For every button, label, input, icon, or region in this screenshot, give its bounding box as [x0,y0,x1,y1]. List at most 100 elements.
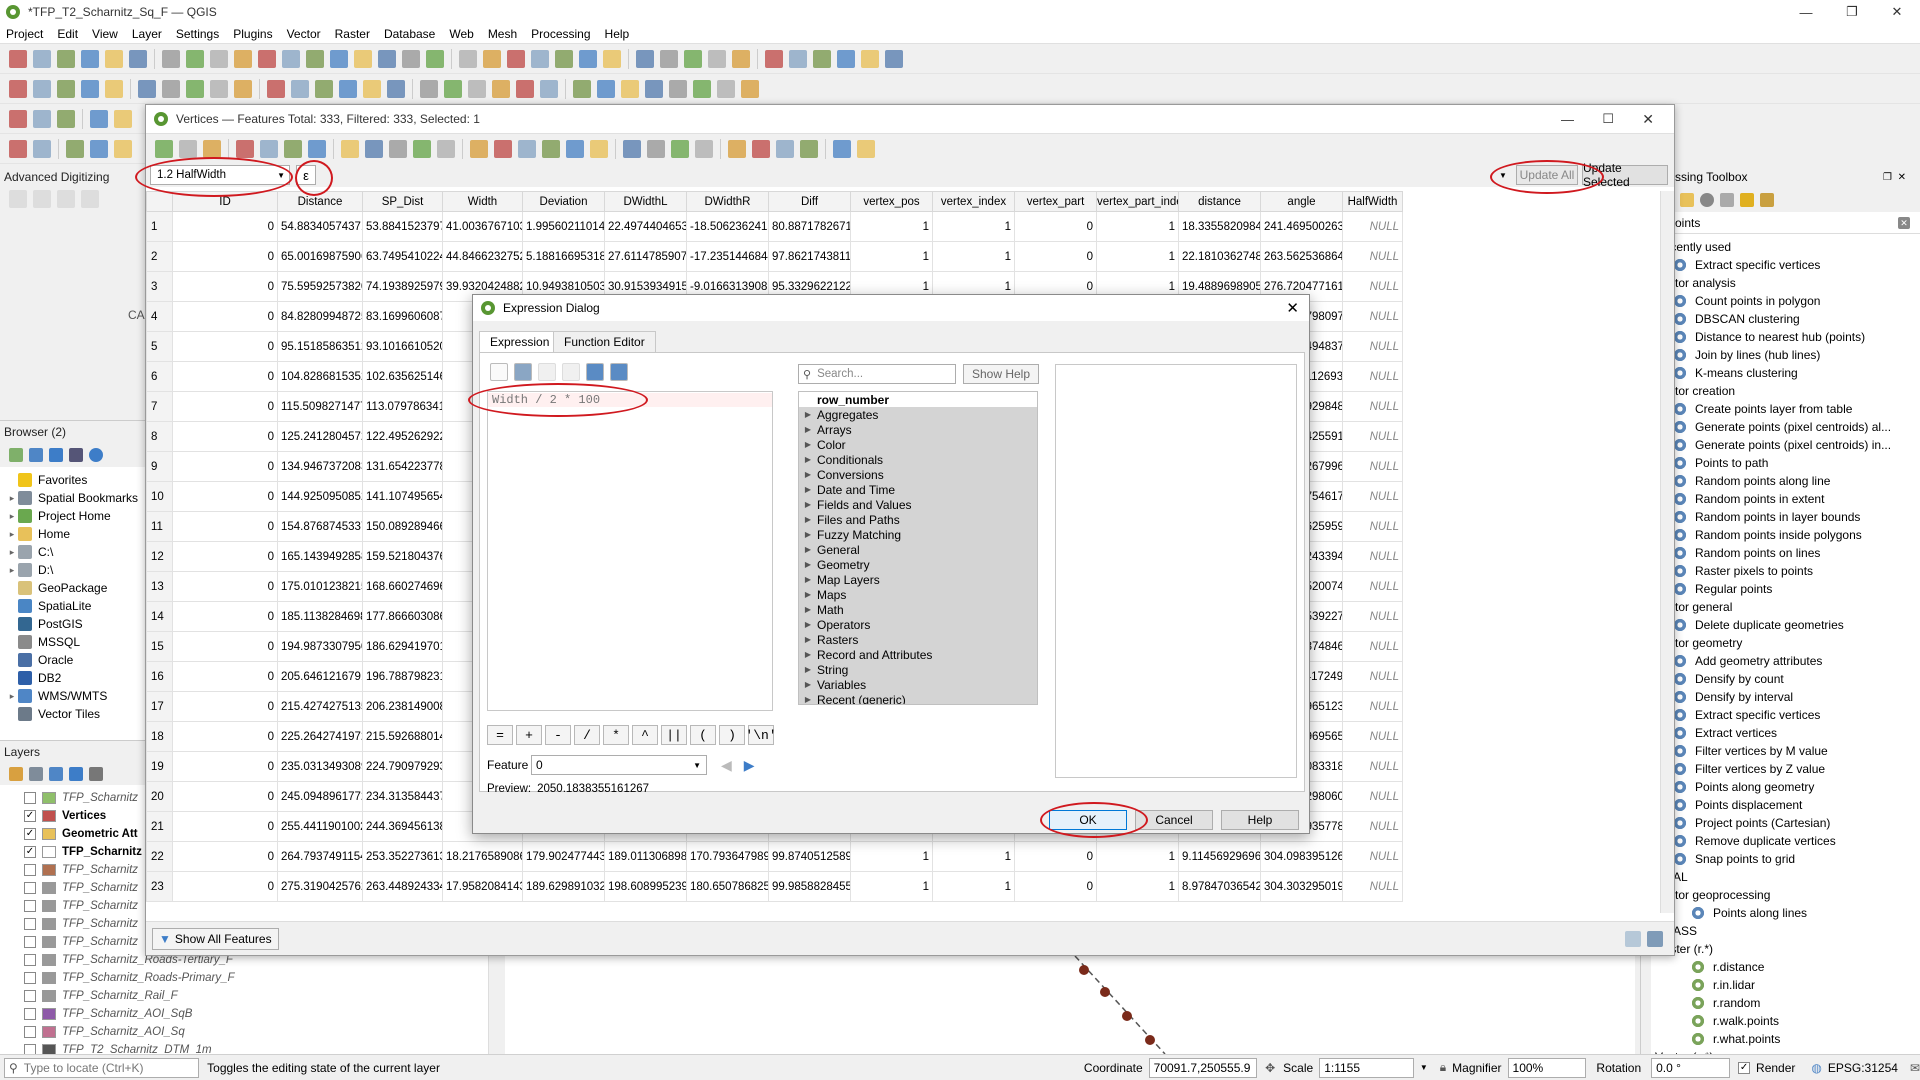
toolbar-tool-icon[interactable] [516,80,534,98]
toolbar-tool-icon[interactable] [542,139,560,158]
toolbar-tool-icon[interactable] [693,80,711,98]
toolbar-tool-icon[interactable] [531,50,549,68]
digitize-tool-icon[interactable] [81,190,99,208]
table-cell[interactable]: 0 [172,271,278,302]
table-cell[interactable]: NULL [1342,451,1403,482]
toolbar-tool-icon[interactable] [66,140,84,158]
table-cell[interactable]: 180.6507868256... [686,871,769,902]
browser-item[interactable]: Oracle [6,651,145,669]
table-cell[interactable]: 97.86217438110... [768,241,851,272]
toolbar-tool-icon[interactable] [179,139,197,158]
toolbox-group[interactable]: Raster (r.*) [1645,940,1920,958]
toolbox-algorithm[interactable]: Extract specific vertices [1645,256,1920,274]
table-cell[interactable]: NULL [1342,871,1403,902]
expand-arrow-icon[interactable]: ▸ [6,565,18,576]
table-cell[interactable]: -18.50623624150... [686,211,769,242]
browser-item[interactable]: ▸ C:\ [6,543,145,561]
toolbox-algorithm[interactable]: K-means clustering [1645,364,1920,382]
toolbox-algorithm[interactable]: Regular points [1645,580,1920,598]
table-cell[interactable]: 215.4274275135... [277,691,363,722]
table-cell[interactable]: NULL [1342,601,1403,632]
table-cell[interactable]: 144.9250950852... [277,481,363,512]
toolbar-tool-icon[interactable] [603,50,621,68]
column-header[interactable]: Width [442,191,523,212]
toolbox-algorithm[interactable]: Extract specific vertices [1645,706,1920,724]
table-cell[interactable]: 186.6294197018... [362,631,443,662]
layer-visibility-checkbox[interactable] [24,954,36,966]
expand-arrow-icon[interactable]: ▶ [799,500,817,509]
table-cell[interactable]: 0 [1014,871,1097,902]
browser-item[interactable]: SpatiaLite [6,597,145,615]
toolbar-tool-icon[interactable] [468,80,486,98]
toolbar-tool-icon[interactable] [389,139,407,158]
row-number[interactable]: 10 [146,481,173,512]
table-cell[interactable]: 122.4952629220... [362,421,443,452]
toolbar-tool-icon[interactable] [573,80,591,98]
toolbar-tool-icon[interactable] [234,80,252,98]
table-cell[interactable]: 99.8740512589729 [768,841,851,872]
column-header[interactable]: DWidthR [686,191,769,212]
table-cell[interactable]: 170.7936479897 07 [686,841,769,872]
function-group[interactable]: ▶ Variables [799,677,1037,692]
column-header[interactable]: DWidthL [604,191,687,212]
toolbar-tool-icon[interactable] [833,139,851,158]
toolbox-group[interactable]: Vector geometry [1645,634,1920,652]
messages-icon[interactable]: ✉ [1910,1061,1920,1075]
toolbar-tool-icon[interactable] [267,80,285,98]
function-group[interactable]: ▶ Date and Time [799,482,1037,497]
toolbox-algorithm[interactable]: Generate points (pixel centroids) in... [1645,436,1920,454]
menu-item[interactable]: Edit [57,27,78,41]
table-cell[interactable]: 0 [172,451,278,482]
function-group[interactable]: ▶ Geometry [799,557,1037,572]
table-cell[interactable]: NULL [1342,511,1403,542]
table-cell[interactable]: NULL [1342,841,1403,872]
column-header[interactable]: vertex_part_index [1096,191,1179,212]
table-cell[interactable]: 264.7937491154... [277,841,363,872]
row-number[interactable]: 21 [146,811,173,842]
table-cell[interactable]: 0 [172,211,278,242]
table-cell[interactable]: 9.114569296961... [1178,841,1261,872]
table-cell[interactable]: NULL [1342,301,1403,332]
toolbar-tool-icon[interactable] [308,139,326,158]
table-cell[interactable]: 8.978470365421... [1178,871,1261,902]
table-cell[interactable]: 0 [172,541,278,572]
toolbar-tool-icon[interactable] [623,139,641,158]
toolbox-algorithm[interactable]: Random points in extent [1645,490,1920,508]
table-cell[interactable]: 1 [1096,871,1179,902]
table-cell[interactable]: 253.3522736138... [362,841,443,872]
toolbar-tool-icon[interactable] [105,80,123,98]
render-checkbox[interactable]: ✓ [1738,1061,1751,1074]
table-cell[interactable]: 0 [172,691,278,722]
column-header[interactable]: Deviation [522,191,605,212]
toolbar-tool-icon[interactable] [728,139,746,158]
function-group[interactable]: ▶ Fuzzy Matching [799,527,1037,542]
function-group[interactable]: ▶ Rasters [799,632,1037,647]
toolbar-tool-icon[interactable] [57,80,75,98]
function-group[interactable]: ▶ Files and Paths [799,512,1037,527]
export-icon[interactable] [610,363,628,381]
table-cell[interactable]: 1 [1096,211,1179,242]
filter-icon[interactable] [69,767,83,781]
function-group[interactable]: ▶ Conversions [799,467,1037,482]
digitize-tool-icon[interactable] [57,190,75,208]
expand-arrow-icon[interactable]: ▶ [799,425,817,434]
layer-item[interactable]: TFP_Scharnitz_Roads-Primary_F [24,969,500,987]
table-cell[interactable]: 84.82809948725... [277,301,363,332]
function-group[interactable]: ▶ Maps [799,587,1037,602]
toolbar-tool-icon[interactable] [566,139,584,158]
toolbar-tool-icon[interactable] [330,50,348,68]
toolbar-tool-icon[interactable] [57,50,75,68]
toolbox-algorithm[interactable]: r.distance [1645,958,1920,976]
grid-vertical-scrollbar[interactable] [1660,191,1674,913]
table-cell[interactable]: 304.303295019046 [1260,871,1343,902]
table-cell[interactable]: NULL [1342,241,1403,272]
row-number[interactable]: 6 [146,361,173,392]
function-group[interactable]: ▶ Conditionals [799,452,1037,467]
table-cell[interactable]: 0 [172,811,278,842]
table-cell[interactable]: 75.59592573820... [277,271,363,302]
expand-arrow-icon[interactable]: ▸ [6,511,18,522]
toolbar-tool-icon[interactable] [813,50,831,68]
toolbox-algorithm[interactable]: Densify by count [1645,670,1920,688]
crs-label[interactable]: EPSG:31254 [1828,1061,1898,1075]
row-number[interactable]: 13 [146,571,173,602]
